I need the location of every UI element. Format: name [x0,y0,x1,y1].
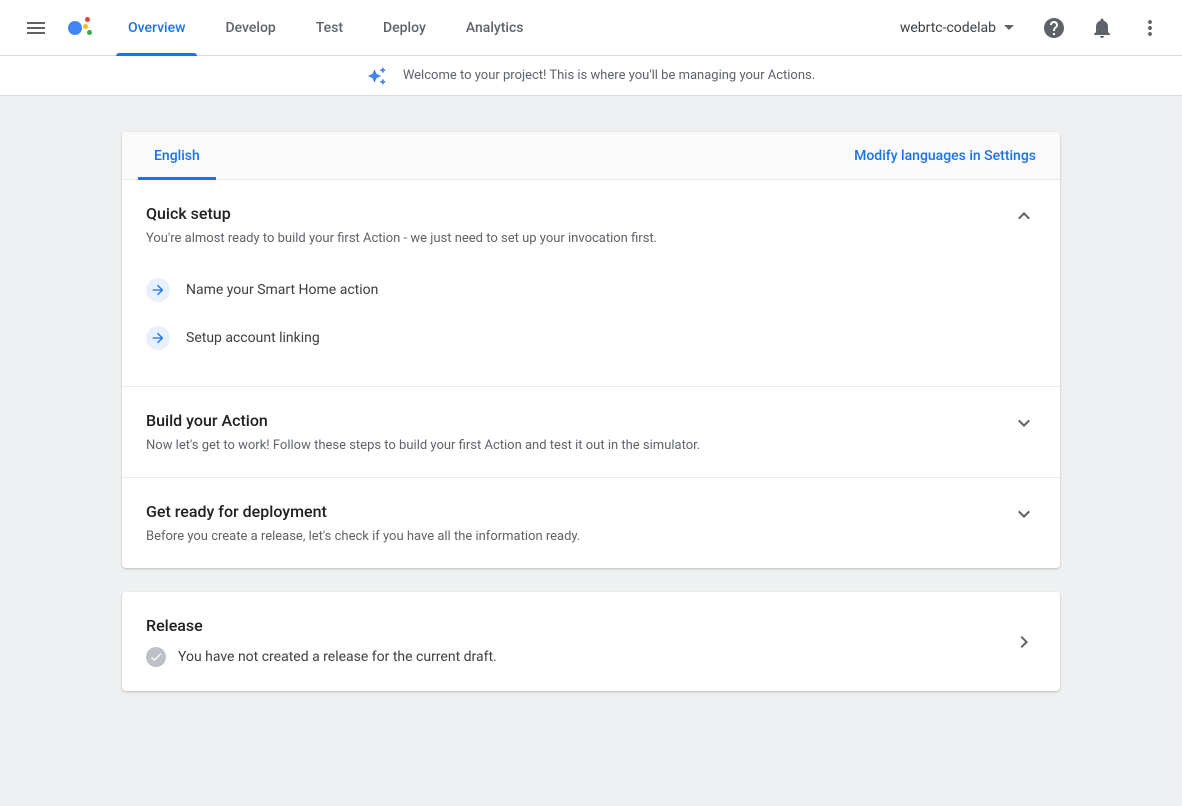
tab-analytics[interactable]: Analytics [446,0,544,56]
project-name: webrtc-codelab [900,20,996,36]
caret-down-icon [1004,25,1014,30]
tab-overview[interactable]: Overview [108,0,205,56]
quick-setup-title: Quick setup [146,204,1004,223]
section-deployment: Get ready for deployment Before you crea… [122,478,1060,568]
step-name-smart-home-action[interactable]: Name your Smart Home action [146,266,1036,314]
welcome-banner: Welcome to your project! This is where y… [0,56,1182,96]
modify-languages-link[interactable]: Modify languages in Settings [854,148,1036,164]
expand-deployment-button[interactable] [1004,494,1044,534]
more-menu-button[interactable] [1130,8,1170,48]
google-assistant-logo [68,16,92,40]
deployment-title: Get ready for deployment [146,502,1004,521]
more-vert-icon [1138,16,1162,40]
help-button[interactable] [1034,8,1074,48]
release-card[interactable]: Release You have not created a release f… [122,592,1060,691]
overview-card: English Modify languages in Settings Qui… [122,132,1060,568]
language-tabs-bar: English Modify languages in Settings [122,132,1060,180]
section-quick-setup: Quick setup You're almost ready to build… [122,180,1060,387]
hamburger-menu-button[interactable] [12,4,60,52]
release-open-button[interactable] [1012,630,1036,654]
main-nav-tabs: Overview Develop Test Deploy Analytics [108,0,543,56]
deployment-desc: Before you create a release, let's check… [146,529,1004,544]
sparkle-icon [367,66,387,86]
section-build-action: Build your Action Now let's get to work!… [122,387,1060,478]
help-icon [1042,16,1066,40]
chevron-down-icon [1012,502,1036,526]
step-label: Name your Smart Home action [186,282,378,298]
chevron-down-icon [1012,411,1036,435]
notifications-button[interactable] [1082,8,1122,48]
check-circle-icon [146,647,166,667]
build-action-desc: Now let's get to work! Follow these step… [146,438,1004,453]
step-label: Setup account linking [186,330,320,346]
language-tab-english[interactable]: English [146,132,208,180]
step-setup-account-linking[interactable]: Setup account linking [146,314,1036,362]
chevron-up-icon [1012,204,1036,228]
page-body: English Modify languages in Settings Qui… [0,96,1182,806]
app-header: Overview Develop Test Deploy Analytics w… [0,0,1182,56]
tab-deploy[interactable]: Deploy [363,0,446,56]
tab-test[interactable]: Test [296,0,363,56]
welcome-text: Welcome to your project! This is where y… [403,68,815,83]
arrow-right-icon [146,326,170,350]
build-action-title: Build your Action [146,411,1004,430]
hamburger-icon [24,16,48,40]
chevron-right-icon [1012,630,1036,654]
collapse-quick-setup-button[interactable] [1004,196,1044,236]
project-selector[interactable]: webrtc-codelab [888,12,1026,44]
bell-icon [1090,16,1114,40]
release-title: Release [146,616,1012,635]
header-actions: webrtc-codelab [888,8,1170,48]
tab-develop[interactable]: Develop [205,0,295,56]
release-status-text: You have not created a release for the c… [178,649,497,665]
expand-build-action-button[interactable] [1004,403,1044,443]
quick-setup-desc: You're almost ready to build your first … [146,231,1004,246]
arrow-right-icon [146,278,170,302]
